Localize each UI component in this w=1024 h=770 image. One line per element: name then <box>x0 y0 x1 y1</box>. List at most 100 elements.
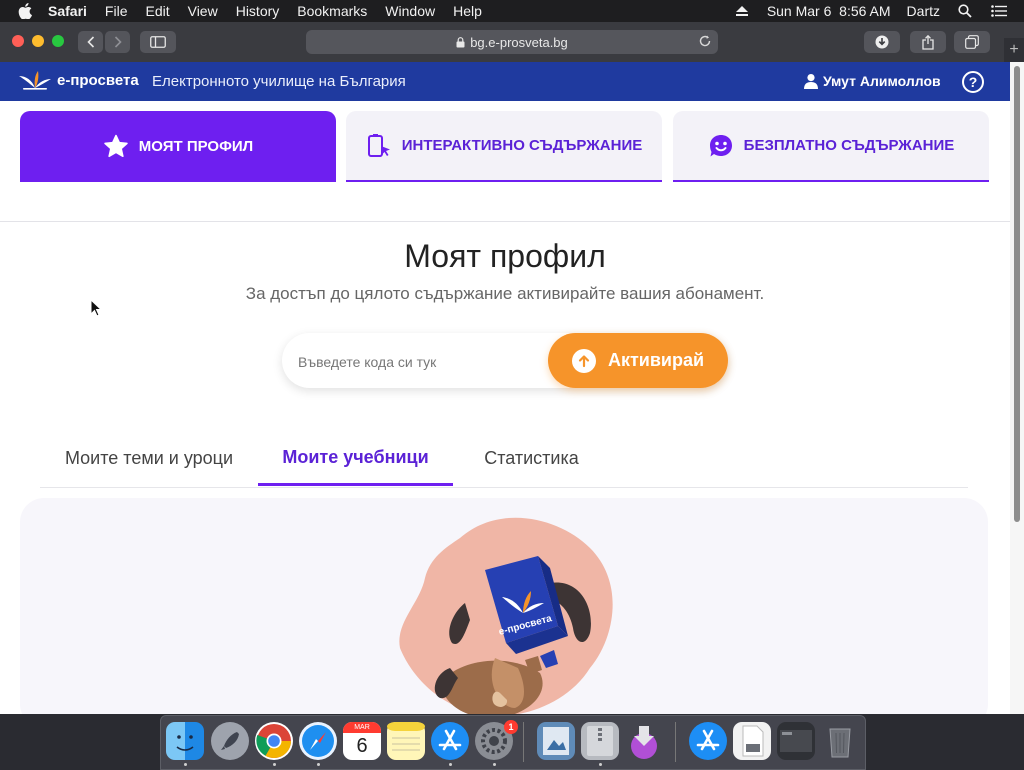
menu-window[interactable]: Window <box>385 3 435 19</box>
app-store-icon[interactable] <box>431 722 469 760</box>
subtab-my-textbooks[interactable]: Моите учебници <box>258 432 453 486</box>
page-subtitle: За достъп до цялото съдържание активирай… <box>245 284 765 303</box>
menubar-user[interactable]: Dartz <box>907 3 940 19</box>
page-title: Моят профил <box>404 238 606 274</box>
back-button[interactable] <box>78 31 103 53</box>
activation-code-form: Активирай <box>282 333 728 388</box>
notification-center-icon[interactable] <box>990 0 1008 22</box>
app-store-running-dot <box>449 763 452 766</box>
site-tagline: Електронното училище на България <box>152 73 406 90</box>
menu-history[interactable]: History <box>236 3 280 19</box>
system-preferences-icon[interactable]: 1 <box>475 720 518 760</box>
downloads-button[interactable] <box>864 31 900 53</box>
web-page: е-просвета Електронното училище на Бълга… <box>0 62 1010 714</box>
download-icon <box>875 35 889 49</box>
url-text: bg.e-prosveta.bg <box>470 34 568 50</box>
chevron-left-icon <box>86 36 94 48</box>
share-button[interactable] <box>910 31 946 53</box>
menu-view[interactable]: View <box>188 3 218 19</box>
notes-icon[interactable] <box>387 722 425 760</box>
subtab-my-topics[interactable]: Моите теми и уроци <box>40 432 258 485</box>
archive-utility-icon[interactable] <box>581 722 619 760</box>
system-preferences-running-dot <box>493 763 496 766</box>
tabs-overview-icon <box>965 35 979 49</box>
subtab-statistics[interactable]: Статистика <box>453 432 610 485</box>
calendar-day: 6 <box>356 735 368 757</box>
finder-running-dot <box>184 763 187 766</box>
mouse-pointer-icon <box>90 299 102 317</box>
trash-icon[interactable] <box>821 722 859 760</box>
macos-menu-bar: Safari File Edit View History Bookmarks … <box>0 0 1024 22</box>
menu-help[interactable]: Help <box>453 3 482 19</box>
installer-icon[interactable] <box>625 722 663 760</box>
tab-interactive-content-label: Интерактивно съдържание <box>401 137 643 154</box>
calendar-icon[interactable]: MAR 6 <box>343 722 381 760</box>
menu-edit[interactable]: Edit <box>145 3 169 19</box>
downloads-folder-icon[interactable] <box>689 722 727 760</box>
activate-button-label: Активирай <box>607 350 705 370</box>
sidebar-icon <box>150 36 166 48</box>
user-menu[interactable]: Умут Алимоллов <box>803 73 941 89</box>
minimize-window-button[interactable] <box>32 35 44 47</box>
smiley-chat-icon <box>708 133 734 159</box>
menu-bookmarks[interactable]: Bookmarks <box>297 3 367 19</box>
zoom-window-button[interactable] <box>52 35 64 47</box>
chevron-right-icon <box>114 36 122 48</box>
tab-free-content-label: Безплатно съдържание <box>743 137 955 154</box>
menubar-clock[interactable]: Sun Mar 6 8:56 AM <box>767 3 891 19</box>
window-controls <box>12 35 72 47</box>
menu-app-safari[interactable]: Safari <box>48 3 87 19</box>
dock-separator-2 <box>675 722 676 762</box>
reload-icon[interactable] <box>698 34 712 48</box>
screenshot-thumbnail-icon[interactable] <box>777 722 815 760</box>
dock-separator <box>523 722 524 762</box>
address-bar[interactable]: bg.e-prosveta.bg <box>306 30 718 54</box>
tab-my-profile-label: Моят профил <box>138 138 254 155</box>
calendar-month: MAR <box>343 722 381 733</box>
tab-my-profile[interactable]: Моят профил <box>20 111 336 182</box>
document-file-icon[interactable] <box>733 722 771 760</box>
user-name: Умут Алимоллов <box>823 73 941 89</box>
tab-interactive-content[interactable]: Интерактивно съдържание <box>346 111 662 182</box>
chrome-icon[interactable] <box>255 722 293 760</box>
user-icon <box>804 74 818 89</box>
interactive-cursor-icon <box>366 133 392 159</box>
preview-icon[interactable] <box>537 722 575 760</box>
main-tabs: Моят профил Интерактивно съдържание Безп… <box>0 101 1010 222</box>
share-icon <box>922 34 934 50</box>
menu-file[interactable]: File <box>105 3 128 19</box>
star-icon <box>103 134 129 159</box>
show-tabs-button[interactable] <box>954 31 990 53</box>
notification-badge: 1 <box>504 720 518 734</box>
chrome-running-dot <box>273 763 276 766</box>
tab-free-content[interactable]: Безплатно съдържание <box>673 111 989 182</box>
safari-toolbar: bg.e-prosveta.bg <box>0 22 1024 63</box>
forward-button[interactable] <box>105 31 130 53</box>
site-logo[interactable]: е-просвета <box>18 70 139 90</box>
lock-icon <box>456 36 465 48</box>
profile-subtabs: Моите теми и уроци Моите учебници Статис… <box>40 432 968 488</box>
site-header: е-просвета Електронното училище на Бълга… <box>0 62 1010 101</box>
leaves-logo-icon <box>19 71 51 90</box>
activation-code-input[interactable] <box>296 347 550 376</box>
page-scrollbar-thumb[interactable] <box>1014 66 1020 522</box>
textbooks-empty-state: е-просвета <box>20 498 988 714</box>
eject-icon[interactable] <box>733 0 751 22</box>
macos-dock: MAR 6 1 <box>160 715 866 770</box>
activate-button[interactable]: Активирай <box>548 333 728 388</box>
safari-running-dot <box>317 763 320 766</box>
sidebar-toggle-button[interactable] <box>140 31 176 53</box>
finder-icon[interactable] <box>166 722 204 760</box>
dog-with-book-illustration: е-просвета <box>399 517 613 714</box>
new-tab-button[interactable]: + <box>1004 38 1024 62</box>
help-button[interactable]: ? <box>962 71 984 93</box>
launchpad-icon[interactable] <box>211 722 249 760</box>
apple-menu-icon[interactable] <box>18 3 34 19</box>
arrow-up-circle-icon <box>571 348 596 373</box>
spotlight-search-icon[interactable] <box>956 0 974 22</box>
logo-text: е-просвета <box>57 71 139 89</box>
safari-icon[interactable] <box>299 722 337 760</box>
close-window-button[interactable] <box>12 35 24 47</box>
archive-utility-running-dot <box>599 763 602 766</box>
help-question-icon: ? <box>968 74 978 90</box>
